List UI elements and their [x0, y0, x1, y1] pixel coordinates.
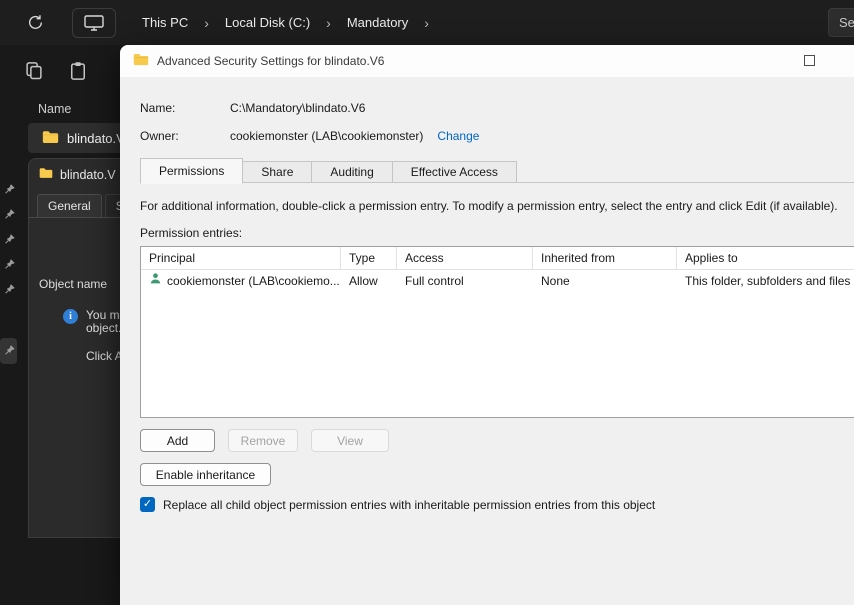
search-input[interactable]: Sea — [828, 8, 854, 37]
enable-inheritance-button[interactable]: Enable inheritance — [140, 463, 271, 486]
tab-share[interactable]: Share — [242, 161, 313, 183]
permission-entries-table: Principal Type Access Inherited from App… — [140, 246, 854, 418]
pin-icon[interactable] — [3, 344, 17, 358]
remove-button[interactable]: Remove — [228, 429, 298, 452]
column-header-applies-to[interactable]: Applies to — [677, 247, 854, 269]
entry-principal: cookiemonster (LAB\cookiemo... — [167, 274, 340, 288]
pin-icon[interactable] — [3, 258, 17, 272]
chevron-right-icon[interactable] — [424, 15, 429, 31]
folder-icon — [42, 130, 59, 147]
info-icon: i — [63, 309, 78, 324]
name-column-header[interactable]: Name — [38, 102, 71, 116]
entry-applies-to: This folder, subfolders and files — [685, 274, 851, 288]
owner-label: Owner: — [140, 129, 179, 143]
change-owner-link[interactable]: Change — [437, 129, 479, 143]
permission-entries-label: Permission entries: — [140, 226, 243, 240]
column-header-type[interactable]: Type — [341, 247, 397, 269]
view-button[interactable]: View — [311, 429, 389, 452]
replace-permissions-row: Replace all child object permission entr… — [140, 497, 655, 512]
tab-general[interactable]: General — [37, 194, 102, 217]
breadcrumb-this-pc[interactable]: This PC — [142, 15, 188, 30]
dialog-tabs: Permissions Share Auditing Effective Acc… — [140, 158, 854, 184]
tab-permissions[interactable]: Permissions — [140, 158, 244, 184]
column-header-access[interactable]: Access — [397, 247, 533, 269]
dialog-titlebar: Advanced Security Settings for blindato.… — [120, 45, 854, 77]
explorer-titlebar: This PC Local Disk (C:) Mandatory Sea — [0, 0, 854, 45]
chevron-right-icon[interactable] — [204, 15, 209, 31]
properties-title: blindato.V — [60, 167, 116, 182]
tab-auditing[interactable]: Auditing — [311, 161, 393, 183]
tab-effective-access[interactable]: Effective Access — [391, 161, 517, 183]
name-field-row: Name: C:\Mandatory\blindato.V6 — [140, 101, 365, 115]
pin-icon[interactable] — [3, 183, 17, 197]
breadcrumb-local-disk[interactable]: Local Disk (C:) — [225, 15, 310, 30]
maximize-icon[interactable] — [804, 55, 815, 66]
entry-inherited-from: None — [541, 274, 570, 288]
table-header-row: Principal Type Access Inherited from App… — [141, 247, 854, 270]
folder-icon — [39, 167, 53, 182]
paste-icon[interactable] — [68, 61, 90, 83]
breadcrumb-mandatory[interactable]: Mandatory — [347, 15, 408, 30]
object-name-label: Object name — [39, 277, 108, 291]
advanced-security-dialog: Advanced Security Settings for blindato.… — [120, 45, 854, 605]
name-label: Name: — [140, 101, 176, 115]
replace-permissions-checkbox[interactable] — [140, 497, 155, 512]
breadcrumb: This PC Local Disk (C:) Mandatory — [142, 15, 429, 31]
owner-field-row: Owner: cookiemonster (LAB\cookiemonster)… — [140, 129, 479, 143]
owner-value: cookiemonster (LAB\cookiemonster) — [230, 129, 424, 143]
pin-icon[interactable] — [3, 283, 17, 297]
replace-permissions-label: Replace all child object permission entr… — [163, 497, 656, 512]
instructions-text: For additional information, double-click… — [140, 199, 838, 213]
user-icon — [149, 270, 162, 292]
this-pc-icon[interactable] — [72, 7, 116, 38]
name-value: C:\Mandatory\blindato.V6 — [230, 101, 366, 115]
table-row[interactable]: cookiemonster (LAB\cookiemo... Allow Ful… — [141, 270, 854, 292]
info-text-line2: object. — [86, 321, 122, 335]
entry-access: Full control — [405, 274, 464, 288]
pin-icon[interactable] — [3, 208, 17, 222]
add-button[interactable]: Add — [140, 429, 215, 452]
column-header-principal[interactable]: Principal — [141, 247, 341, 269]
copy-icon[interactable] — [24, 61, 46, 83]
chevron-right-icon[interactable] — [326, 15, 331, 31]
entry-type: Allow — [349, 274, 378, 288]
pin-icon[interactable] — [3, 233, 17, 247]
folder-icon — [133, 53, 149, 69]
column-header-inherited-from[interactable]: Inherited from — [533, 247, 677, 269]
table-buttons: Add Remove View — [140, 429, 389, 452]
dialog-title: Advanced Security Settings for blindato.… — [157, 54, 385, 68]
refresh-icon[interactable] — [24, 12, 46, 34]
